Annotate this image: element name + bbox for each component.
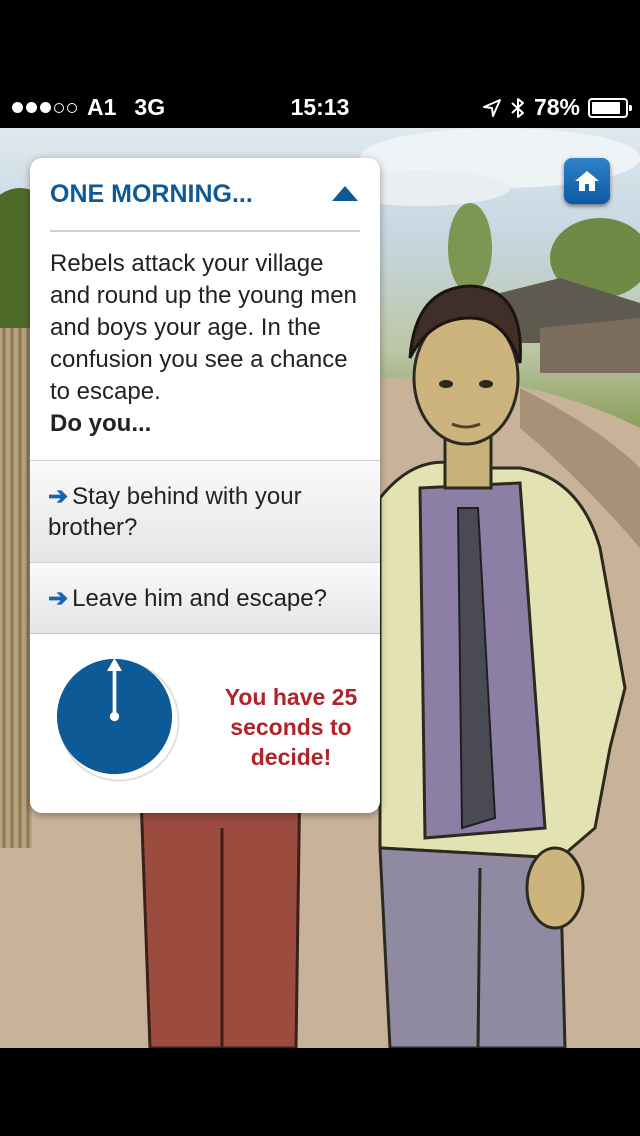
timer-text: You have 25 seconds to decide! bbox=[224, 684, 358, 770]
choice-stay-button[interactable]: ➔ Stay behind with your brother? bbox=[30, 460, 380, 563]
home-icon bbox=[575, 171, 599, 191]
collapse-arrow-icon[interactable] bbox=[332, 186, 358, 201]
story-text: Rebels attack your village and round up … bbox=[50, 248, 365, 440]
bluetooth-icon bbox=[511, 97, 524, 118]
battery-icon bbox=[588, 97, 632, 118]
home-button[interactable] bbox=[564, 158, 610, 204]
status-right: 78% bbox=[482, 94, 632, 121]
clock-icon bbox=[56, 658, 180, 782]
choice-label: Stay behind with your brother? bbox=[48, 483, 302, 541]
card-header[interactable]: ONE MORNING... bbox=[50, 176, 360, 232]
status-bar: A1 3G 15:13 78% bbox=[0, 88, 640, 128]
choice-label: Leave him and escape? bbox=[72, 585, 327, 612]
location-arrow-icon bbox=[482, 98, 501, 117]
story-body: Rebels attack your village and round up … bbox=[50, 250, 357, 405]
card-title: ONE MORNING... bbox=[50, 180, 253, 208]
choice-leave-button[interactable]: ➔ Leave him and escape? bbox=[30, 562, 380, 634]
story-prompt: Do you... bbox=[50, 410, 152, 437]
scenario-card: ONE MORNING... Rebels attack your villag… bbox=[30, 158, 380, 813]
choice-arrow-icon: ➔ bbox=[48, 585, 69, 612]
battery-percent: 78% bbox=[533, 94, 580, 120]
choice-arrow-icon: ➔ bbox=[48, 483, 69, 510]
